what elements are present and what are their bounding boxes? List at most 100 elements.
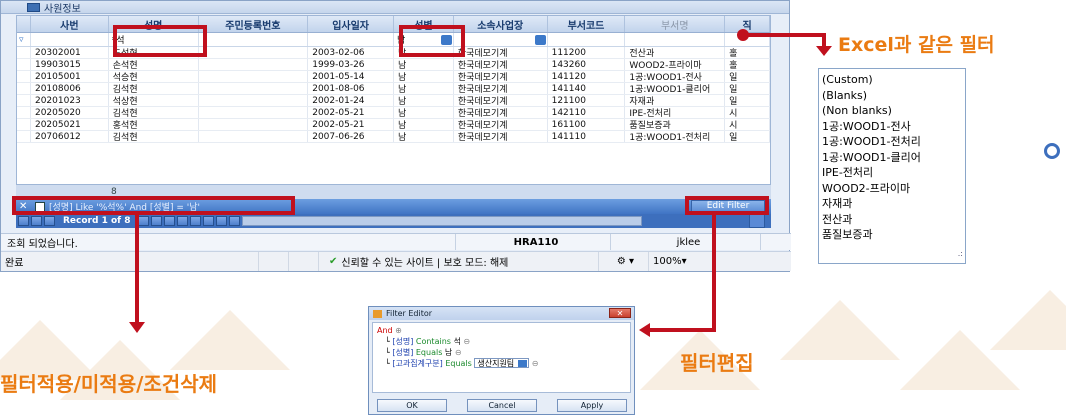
table-cell[interactable]: 121100: [548, 95, 626, 106]
table-row[interactable]: 20205020 김석현 2002-05-21 남 한국데모기계 142110 IPE-전처…: [17, 107, 770, 119]
next-record-icon[interactable]: [138, 216, 150, 226]
table-row[interactable]: 19903015 손석현 1999-03-26 남 한국데모기계 143260 WOOD2-…: [17, 59, 770, 71]
remove-condition-icon[interactable]: ⊖: [532, 359, 539, 368]
table-cell[interactable]: 전산과: [625, 47, 726, 58]
table-cell[interactable]: 20706012: [31, 131, 109, 142]
filter-cell-gender[interactable]: 남: [394, 33, 454, 46]
table-cell[interactable]: [199, 95, 309, 106]
table-row[interactable]: 20201023 석상현 2002-01-24 남 한국데모기계 121100 자재과 일: [17, 95, 770, 107]
filter-toggle-checkbox[interactable]: [35, 201, 45, 212]
table-cell[interactable]: [199, 131, 309, 142]
filter-cell-site[interactable]: [454, 33, 548, 46]
filter-list-item[interactable]: 품질보증과: [822, 227, 965, 243]
table-cell[interactable]: 홍석현: [109, 119, 199, 130]
remove-condition-icon[interactable]: ⊖: [455, 348, 462, 357]
zoom-control[interactable]: 100% ▾: [649, 252, 719, 271]
table-row[interactable]: 20706012 김석현 2007-06-26 남 한국데모기계 141110 1공:WOO…: [17, 131, 770, 143]
append-record-icon[interactable]: [177, 216, 189, 226]
close-icon[interactable]: ✕: [609, 308, 631, 318]
table-cell[interactable]: 일: [725, 131, 770, 142]
row-indicator[interactable]: [17, 71, 31, 82]
table-cell[interactable]: 품질보증과: [625, 119, 726, 130]
filter-cell-name[interactable]: *석: [109, 33, 199, 46]
table-cell[interactable]: 남: [394, 95, 454, 106]
table-cell[interactable]: 2002-01-24: [308, 95, 394, 106]
table-cell[interactable]: 홀: [725, 59, 770, 70]
table-cell[interactable]: 김석현: [109, 107, 199, 118]
ok-button[interactable]: OK: [377, 399, 447, 412]
col-header-id[interactable]: 사번: [31, 16, 109, 32]
filter-list-item[interactable]: 자재과: [822, 196, 965, 212]
table-cell[interactable]: 143260: [548, 59, 626, 70]
table-cell[interactable]: 19903015: [31, 59, 109, 70]
table-cell[interactable]: 2001-05-14: [308, 71, 394, 82]
table-cell[interactable]: 한국데모기계: [454, 119, 548, 130]
table-cell[interactable]: 도석현: [109, 47, 199, 58]
row-indicator[interactable]: [17, 83, 31, 94]
table-cell[interactable]: 한국데모기계: [454, 83, 548, 94]
filter-cell-hire-date[interactable]: [308, 33, 394, 46]
table-cell[interactable]: 1공:WOOD1-전사: [625, 71, 726, 82]
table-row[interactable]: 20302001 도석현 2003-02-06 남 한국데모기계 111200 전산과 홀: [17, 47, 770, 59]
table-cell[interactable]: 남: [394, 83, 454, 94]
table-cell[interactable]: 2002-05-21: [308, 119, 394, 130]
condition-field[interactable]: [성별]: [392, 348, 413, 357]
filter-list-item[interactable]: 1공:WOOD1-전사: [822, 119, 965, 135]
root-operator-label[interactable]: And: [377, 326, 393, 335]
table-cell[interactable]: 1공:WOOD1-전처리: [625, 131, 726, 142]
table-cell[interactable]: [199, 107, 309, 118]
table-cell[interactable]: 손석현: [109, 59, 199, 70]
prev-page-icon[interactable]: [31, 216, 42, 226]
filter-list-item[interactable]: IPE-전처리: [822, 165, 965, 181]
resize-grip-icon[interactable]: .:: [958, 246, 963, 262]
condition-value-select[interactable]: 생산지원팀: [474, 358, 530, 368]
edit-filter-button[interactable]: Edit Filter: [691, 200, 765, 212]
filter-list-item[interactable]: WOOD2-프라이마: [822, 181, 965, 197]
site-filter-dropdown-icon[interactable]: [534, 35, 546, 45]
table-cell[interactable]: 남: [394, 47, 454, 58]
table-cell[interactable]: 141110: [548, 131, 626, 142]
condition-field[interactable]: [고과집계구분]: [392, 359, 442, 368]
filter-list-item[interactable]: (Blanks): [822, 88, 965, 104]
add-condition-icon[interactable]: ⊕: [395, 326, 402, 335]
condition-row[interactable]: └ [성명] Contains 석 ⊖: [377, 336, 626, 347]
employee-grid[interactable]: 사번 성명 주민등록번호 입사일자 성별 소속사업장 부서코드 부서명 직 ▿ …: [16, 15, 771, 185]
table-cell[interactable]: 20205021: [31, 119, 109, 130]
table-cell[interactable]: 남: [394, 119, 454, 130]
table-cell[interactable]: IPE-전처리: [625, 107, 726, 118]
col-header-hire-date[interactable]: 입사일자: [308, 16, 394, 32]
table-cell[interactable]: 161100: [548, 119, 626, 130]
table-cell[interactable]: 2002-05-21: [308, 107, 394, 118]
condition-operator[interactable]: Contains: [416, 337, 451, 346]
horizontal-scrollbar[interactable]: [242, 216, 643, 226]
table-cell[interactable]: 남: [394, 71, 454, 82]
scroll-right-icon[interactable]: [749, 214, 765, 228]
next-page-icon[interactable]: [151, 216, 163, 226]
condition-field[interactable]: [성명]: [392, 337, 413, 346]
table-cell[interactable]: 남: [394, 59, 454, 70]
table-cell[interactable]: 홀: [725, 47, 770, 58]
table-cell[interactable]: 한국데모기계: [454, 131, 548, 142]
row-indicator[interactable]: [17, 119, 31, 130]
last-record-icon[interactable]: [164, 216, 176, 226]
table-cell[interactable]: [199, 71, 309, 82]
row-indicator[interactable]: [17, 59, 31, 70]
table-cell[interactable]: 한국데모기계: [454, 71, 548, 82]
table-cell[interactable]: 석상현: [109, 95, 199, 106]
filter-list-item[interactable]: (Custom): [822, 72, 965, 88]
edit-record-icon[interactable]: [203, 216, 215, 226]
col-header-position[interactable]: 직: [725, 16, 770, 32]
table-row[interactable]: 20108006 김석현 2001-08-06 남 한국데모기계 141140 1공:WOO…: [17, 83, 770, 95]
table-cell[interactable]: 일: [725, 95, 770, 106]
table-cell[interactable]: 1공:WOOD1-클리어: [625, 83, 726, 94]
table-cell[interactable]: WOOD2-프라이마: [625, 59, 726, 70]
col-header-site[interactable]: 소속사업장: [454, 16, 548, 32]
table-cell[interactable]: 한국데모기계: [454, 95, 548, 106]
first-record-icon[interactable]: [18, 216, 29, 226]
table-cell[interactable]: 141120: [548, 71, 626, 82]
table-row[interactable]: 20205021 홍석현 2002-05-21 남 한국데모기계 161100 품질보증과 시: [17, 119, 770, 131]
filter-list-item[interactable]: (Non blanks): [822, 103, 965, 119]
clear-filter-icon[interactable]: ✕: [19, 201, 31, 212]
delete-record-icon[interactable]: [190, 216, 202, 226]
table-cell[interactable]: 남: [394, 107, 454, 118]
